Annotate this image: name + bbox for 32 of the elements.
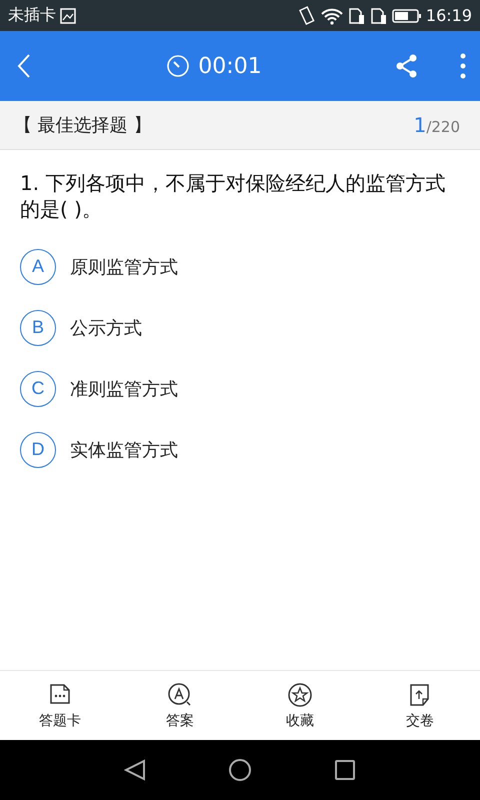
battery-icon bbox=[392, 8, 422, 24]
carrier-text: 未插卡 bbox=[8, 5, 56, 26]
toolbar-button[interactable]: 答题卡 bbox=[0, 671, 120, 740]
option-letter-button[interactable]: C bbox=[20, 370, 56, 406]
option-text[interactable]: 公示方式 bbox=[70, 316, 142, 340]
stopwatch-icon bbox=[166, 54, 190, 78]
toolbar-button[interactable]: 答案 bbox=[120, 671, 240, 740]
back-icon[interactable] bbox=[124, 759, 146, 781]
question-type-title: 【 最佳选择题 】 bbox=[14, 114, 152, 137]
home-icon[interactable] bbox=[228, 758, 252, 782]
question-text: 1. 下列各项中，不属于对保险经纪人的监管方式的是( )。 bbox=[19, 170, 446, 223]
option-letter-button[interactable]: D bbox=[20, 432, 56, 468]
wifi-icon bbox=[320, 6, 344, 24]
clock-text: 16:19 bbox=[426, 6, 472, 25]
back-button[interactable] bbox=[16, 53, 32, 79]
sim-card-icon bbox=[348, 6, 366, 24]
share-button[interactable] bbox=[396, 54, 418, 78]
more-menu-button[interactable] bbox=[460, 53, 466, 79]
recent-apps-icon[interactable] bbox=[334, 759, 356, 781]
option-text[interactable]: 准则监管方式 bbox=[70, 376, 178, 400]
vibrate-icon bbox=[298, 6, 316, 26]
question-counter: 1/220 bbox=[414, 113, 460, 137]
option-text[interactable]: 实体监管方式 bbox=[70, 438, 178, 462]
option-text[interactable]: 原则监管方式 bbox=[70, 254, 178, 278]
picture-icon bbox=[60, 8, 76, 24]
option-letter-button[interactable]: B bbox=[20, 310, 56, 346]
option-letter-button[interactable]: A bbox=[20, 248, 56, 284]
toolbar-button[interactable]: 收藏 bbox=[240, 671, 360, 740]
timer-text: 00:01 bbox=[198, 54, 262, 78]
magnifier-icon bbox=[167, 682, 193, 708]
sim-card-icon bbox=[370, 6, 388, 24]
toolbar-button[interactable]: 交卷 bbox=[360, 671, 480, 740]
